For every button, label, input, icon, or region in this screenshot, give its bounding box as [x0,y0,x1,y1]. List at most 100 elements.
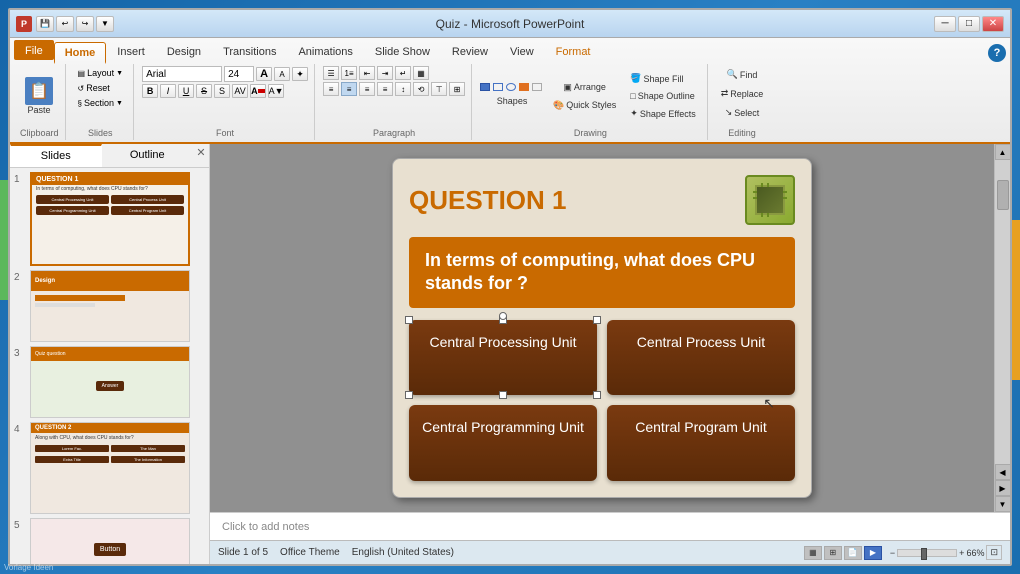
tab-transitions[interactable]: Transitions [212,40,287,62]
answer-button-4[interactable]: Central Program Unit ↖ [607,405,795,481]
bold-button[interactable]: B [142,84,158,98]
normal-view-btn[interactable]: ▦ [804,546,822,560]
reading-view-btn[interactable]: 📄 [844,546,862,560]
shape-fill-area: 🪣 Shape Fill □ Shape Outline ✦ Shape Eff… [625,70,700,122]
quick-styles-button[interactable]: 🎨 Quick Styles [548,97,621,114]
zoom-slider[interactable] [897,549,957,557]
find-button[interactable]: 🔍 Find [716,66,769,83]
layout-button[interactable]: ▤ Layout ▼ [74,66,128,80]
shape-fill-button[interactable]: 🪣 Shape Fill [625,70,700,87]
shape-outline-button[interactable]: □ Shape Outline [625,88,700,104]
tab-slideshow[interactable]: Slide Show [364,40,441,62]
shape-orange[interactable] [519,83,529,91]
strikethrough-btn[interactable]: S [196,84,212,98]
align-left-btn[interactable]: ≡ [323,82,339,96]
redo-quick-btn[interactable]: ↪ [76,16,94,32]
text-direction-btn[interactable]: ⟲ [413,82,429,96]
slide-thumbnail-3[interactable]: 3 Quiz question Answer [14,346,205,418]
tab-insert[interactable]: Insert [106,40,156,62]
scroll-next-slide[interactable]: ▶ [995,480,1011,496]
char-spacing-btn[interactable]: AV [232,84,248,98]
answer-button-1[interactable]: Central Processing Unit [409,320,597,396]
shape-effects-button[interactable]: ✦ Shape Effects [625,105,700,122]
sidebar-close-button[interactable]: ✕ [193,144,209,160]
font-color-btn[interactable]: A [250,84,266,98]
tab-format[interactable]: Format [545,40,602,62]
tab-design[interactable]: Design [156,40,212,62]
dropdown-quick-btn[interactable]: ▼ [96,16,114,32]
scroll-thumb[interactable] [997,180,1009,210]
tab-view[interactable]: View [499,40,545,62]
font-size-down-btn[interactable]: A [274,67,290,81]
slide-panel[interactable]: 1 QUESTION 1 In terms of computing, what… [10,168,209,564]
undo-quick-btn[interactable]: ↩ [56,16,74,32]
minimize-button[interactable]: ─ [934,16,956,32]
select-button[interactable]: ↘ Select [716,104,769,121]
align-center-btn[interactable]: ≡ [341,82,357,96]
tab-animations[interactable]: Animations [287,40,363,62]
slide-sorter-btn[interactable]: ⊞ [824,546,842,560]
answer-button-2[interactable]: Central Process Unit [607,320,795,396]
tab-review[interactable]: Review [441,40,499,62]
reset-button[interactable]: ↺ Reset [74,81,114,95]
font-name-input[interactable] [142,66,222,82]
answer-text-2: Central Process Unit [637,334,765,350]
underline-button[interactable]: U [178,84,194,98]
paste-button[interactable]: 📋 Paste [20,74,58,118]
scroll-prev-slide[interactable]: ◀ [995,464,1011,480]
zoom-out-btn[interactable]: − [890,548,895,558]
justify-btn[interactable]: ≡ [377,82,393,96]
shape-empty[interactable] [493,83,503,91]
canvas-inner[interactable]: QUESTION 1 [210,144,994,512]
shape-circle[interactable] [506,83,516,91]
replace-button[interactable]: ⇄ Replace [716,85,769,102]
close-button[interactable]: ✕ [982,16,1004,32]
slide-thumbnail-1[interactable]: 1 QUESTION 1 In terms of computing, what… [14,172,205,266]
italic-button[interactable]: I [160,84,176,98]
rtl-btn[interactable]: ↵ [395,66,411,80]
notes-bar[interactable]: Click to add notes [210,512,1010,540]
tab-slides-panel[interactable]: Slides [10,144,102,167]
slide-thumbnail-5[interactable]: 5 Button [14,518,205,564]
save-quick-btn[interactable]: 💾 [36,16,54,32]
section-button[interactable]: § Section ▼ [74,96,127,110]
maximize-button[interactable]: □ [958,16,980,32]
quick-styles-icon: 🎨 [553,100,564,111]
smartart-btn[interactable]: ⊞ [449,82,465,96]
slideshow-btn[interactable]: ▶ [864,546,882,560]
outline-tab-label: Outline [130,149,165,161]
tab-file[interactable]: File [14,40,54,60]
answer-button-3[interactable]: Central Programming Unit [409,405,597,481]
line-spacing-btn[interactable]: ↕ [395,82,411,96]
zoom-in-btn[interactable]: + [959,548,964,558]
slide-num-5: 5 [14,520,26,531]
numbering-btn[interactable]: 1≡ [341,66,357,80]
vertical-scrollbar[interactable]: ▲ ◀ ▶ ▼ [994,144,1010,512]
handle-br [593,391,601,399]
align-right-btn[interactable]: ≡ [359,82,375,96]
columns-btn[interactable]: ▦ [413,66,429,80]
increase-indent-btn[interactable]: ⇥ [377,66,393,80]
text-highlight-btn[interactable]: A▼ [268,84,284,98]
arrange-button[interactable]: ▣ Arrange [548,79,621,96]
shapes-button[interactable]: Shapes [480,93,544,109]
shape-empty2[interactable] [532,83,542,91]
decrease-indent-btn[interactable]: ⇤ [359,66,375,80]
slide-thumbnail-2[interactable]: 2 Design [14,270,205,342]
cpu-pin-top [761,183,763,187]
tab-home[interactable]: Home [54,42,107,64]
help-button[interactable]: ? [988,44,1006,62]
scroll-down-arrow[interactable]: ▼ [995,496,1011,512]
paste-icon: 📋 [25,77,53,105]
tab-outline-panel[interactable]: Outline [102,144,194,167]
shape-rect[interactable] [480,83,490,91]
scroll-up-arrow[interactable]: ▲ [995,144,1011,160]
slide-thumbnail-4[interactable]: 4 QUESTION 2 Along with CPU, what does C… [14,422,205,514]
align-text-btn[interactable]: ⊤ [431,82,447,96]
fit-slide-btn[interactable]: ⊡ [986,545,1002,560]
bullets-btn[interactable]: ☰ [323,66,339,80]
font-size-input[interactable] [224,66,254,82]
font-size-up-btn[interactable]: A [256,67,272,81]
clear-format-btn[interactable]: ✦ [292,67,308,81]
shadow-btn[interactable]: S [214,84,230,98]
